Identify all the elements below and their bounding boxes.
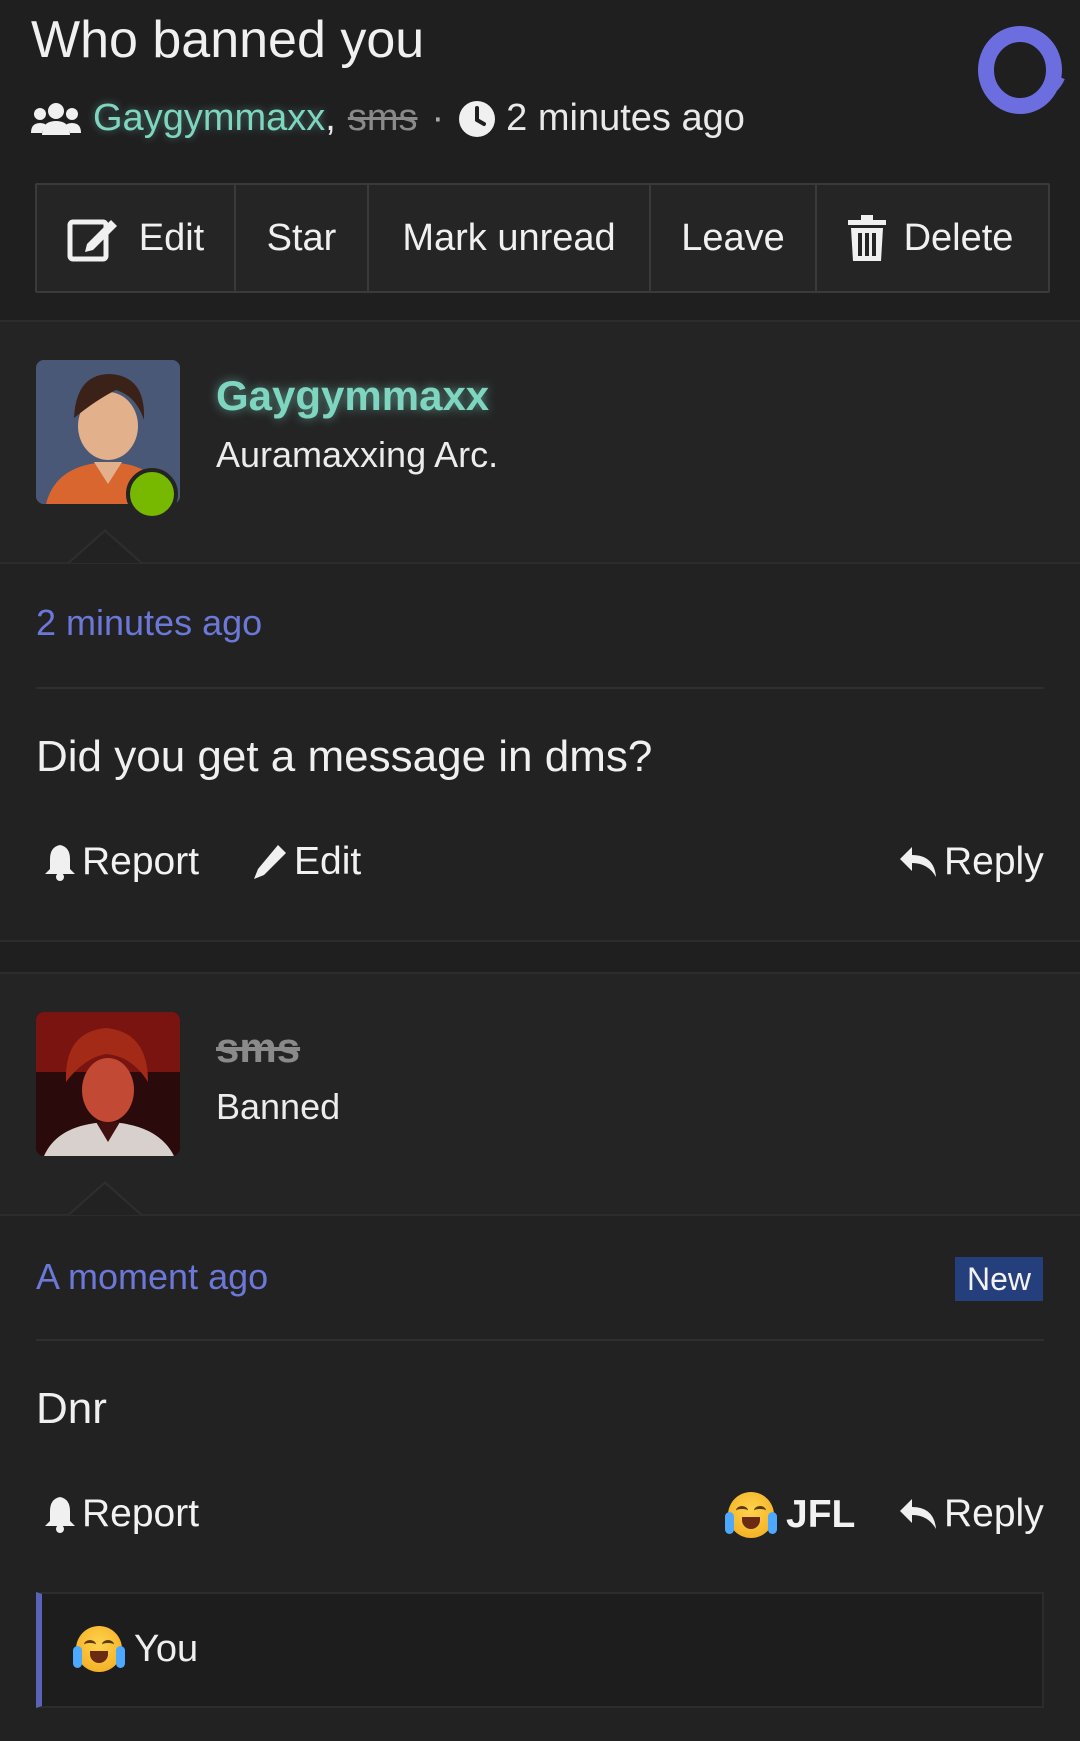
reaction-button[interactable]: JFL (725, 1492, 856, 1538)
post: Gaygymmaxx Auramaxxing Arc. 2 minutes ag… (0, 322, 1080, 940)
avatar[interactable] (36, 1012, 180, 1156)
post-separator (0, 940, 1080, 974)
edit-post-label: Edit (294, 840, 362, 883)
joy-emoji-icon (73, 1626, 125, 1672)
reply-icon (900, 847, 936, 877)
reactions-summary[interactable]: You (36, 1592, 1044, 1708)
thread-start-time: 2 minutes ago (506, 97, 745, 139)
joy-emoji-icon (725, 1492, 777, 1538)
user-title: Banned (216, 1086, 341, 1127)
reply-button[interactable]: Reply (898, 840, 1044, 884)
online-status-icon (126, 468, 178, 520)
participant-separator: , (325, 97, 336, 139)
panel-notch-inner (70, 532, 140, 563)
report-button[interactable]: Report (44, 840, 199, 884)
pencil-icon (254, 845, 286, 879)
bell-icon (45, 1497, 75, 1533)
post-author-panel: sms Banned (0, 974, 1080, 1216)
thread-title: Who banned you (31, 11, 425, 69)
post-time[interactable]: A moment ago (36, 1256, 268, 1298)
panel-notch-inner (70, 1184, 140, 1215)
avatar-image (36, 1012, 180, 1156)
edit-label: Edit (138, 216, 205, 259)
reaction-label: JFL (786, 1493, 856, 1536)
user-title: Auramaxxing Arc. (216, 434, 499, 475)
participant-link[interactable]: Gaygymmaxx (93, 97, 325, 140)
edit-icon (67, 219, 117, 262)
participant-link-banned[interactable]: sms (348, 97, 418, 140)
clock-icon (459, 100, 496, 137)
post-username[interactable]: sms (216, 1024, 300, 1072)
post-divider (36, 1339, 1044, 1341)
delete-label: Delete (903, 216, 1014, 259)
post-username[interactable]: Gaygymmaxx (216, 372, 489, 420)
edit-post-button[interactable]: Edit (252, 840, 361, 884)
post-time[interactable]: 2 minutes ago (36, 602, 262, 644)
thread-header: Who banned you Gaygymmaxx, sms · 2 minut… (0, 0, 1080, 322)
report-label: Report (82, 1492, 200, 1535)
mark-unread-label: Mark unread (402, 216, 616, 259)
leave-button[interactable]: Leave (651, 185, 817, 291)
report-label: Report (82, 840, 200, 883)
new-badge: New (955, 1257, 1043, 1301)
star-button[interactable]: Star (236, 185, 369, 291)
reply-icon (900, 1499, 936, 1529)
post-message: Dnr (36, 1384, 107, 1433)
post-author-panel: Gaygymmaxx Auramaxxing Arc. (0, 322, 1080, 564)
reply-label: Reply (944, 840, 1044, 883)
reply-button[interactable]: Reply (898, 1492, 1044, 1536)
users-icon (31, 102, 81, 135)
post-divider (36, 687, 1044, 689)
reactions-list: You (73, 1626, 199, 1672)
star-label: Star (266, 216, 337, 259)
meta-dot: · (431, 97, 445, 139)
site-logo-icon[interactable] (970, 20, 1070, 120)
trash-icon (847, 215, 886, 261)
post-message: Did you get a message in dms? (36, 732, 653, 781)
edit-button[interactable]: Edit (37, 185, 236, 291)
thread-toolbar: Edit Star Mark unread Leave Delete (35, 183, 1050, 293)
mark-unread-button[interactable]: Mark unread (369, 185, 651, 291)
bell-icon (45, 845, 75, 881)
delete-button[interactable]: Delete (817, 185, 1044, 291)
reply-label: Reply (944, 1492, 1044, 1535)
leave-label: Leave (681, 216, 785, 259)
thread-meta: Gaygymmaxx, sms · 2 minutes ago (31, 97, 745, 140)
reactions-users: You (134, 1627, 199, 1670)
report-button[interactable]: Report (44, 1492, 199, 1536)
